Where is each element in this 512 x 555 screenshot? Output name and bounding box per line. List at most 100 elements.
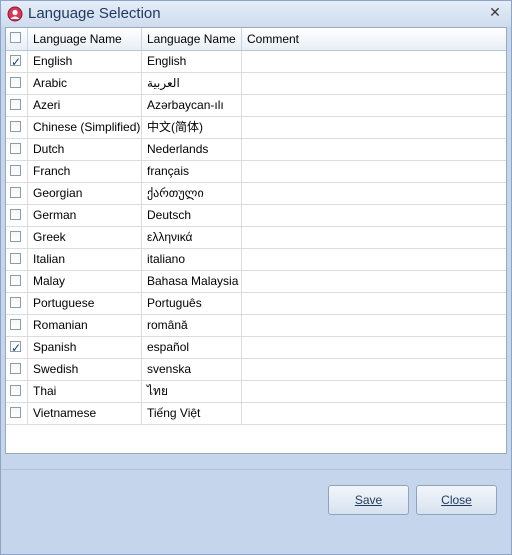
native-name-cell[interactable]: español xyxy=(142,337,242,358)
native-name-cell[interactable]: Nederlands xyxy=(142,139,242,160)
row-checkbox[interactable] xyxy=(10,77,21,88)
table-row[interactable]: Franch français xyxy=(6,161,506,183)
table-row[interactable]: Vietnamese Tiếng Việt xyxy=(6,403,506,425)
table-row[interactable]: Azeri Azərbaycan-ılı xyxy=(6,95,506,117)
native-name-cell[interactable]: Bahasa Malaysia xyxy=(142,271,242,292)
comment-cell[interactable] xyxy=(242,51,506,72)
native-name-cell[interactable]: Deutsch xyxy=(142,205,242,226)
table-row[interactable]: Malay Bahasa Malaysia xyxy=(6,271,506,293)
comment-cell[interactable] xyxy=(242,73,506,94)
native-name-cell[interactable]: Português xyxy=(142,293,242,314)
select-all-checkbox[interactable] xyxy=(10,32,21,43)
column-header-native-name[interactable]: Language Name xyxy=(142,28,242,50)
language-name-cell[interactable]: Greek xyxy=(28,227,142,248)
close-icon[interactable]: ✕ xyxy=(488,5,502,19)
row-checkbox[interactable] xyxy=(10,275,21,286)
table-row[interactable]: Romanian română xyxy=(6,315,506,337)
native-name-cell[interactable]: Tiếng Việt xyxy=(142,403,242,424)
language-name-cell[interactable]: Romanian xyxy=(28,315,142,336)
row-checkbox[interactable] xyxy=(10,253,21,264)
checkbox-cell xyxy=(6,117,28,138)
language-name-cell[interactable]: Swedish xyxy=(28,359,142,380)
row-checkbox[interactable] xyxy=(10,143,21,154)
comment-cell[interactable] xyxy=(242,271,506,292)
table-row[interactable]: Italian italiano xyxy=(6,249,506,271)
language-name-cell[interactable]: Spanish xyxy=(28,337,142,358)
comment-cell[interactable] xyxy=(242,95,506,116)
table-row[interactable]: EnglishEnglish xyxy=(6,51,506,73)
row-checkbox[interactable] xyxy=(10,209,21,220)
comment-cell[interactable] xyxy=(242,315,506,336)
row-checkbox[interactable] xyxy=(10,187,21,198)
comment-cell[interactable] xyxy=(242,337,506,358)
native-name-cell[interactable]: Azərbaycan-ılı xyxy=(142,95,242,116)
comment-cell[interactable] xyxy=(242,381,506,402)
language-name-cell[interactable]: Georgian xyxy=(28,183,142,204)
native-name-cell[interactable]: français xyxy=(142,161,242,182)
comment-cell[interactable] xyxy=(242,249,506,270)
row-checkbox[interactable] xyxy=(10,363,21,374)
column-header-language-name[interactable]: Language Name xyxy=(28,28,142,50)
row-checkbox[interactable] xyxy=(10,297,21,308)
language-name-cell[interactable]: Azeri xyxy=(28,95,142,116)
native-name-cell[interactable]: italiano xyxy=(142,249,242,270)
native-name-cell[interactable]: română xyxy=(142,315,242,336)
language-name-cell[interactable]: Malay xyxy=(28,271,142,292)
table-row[interactable]: Dutch Nederlands xyxy=(6,139,506,161)
close-button[interactable]: Close xyxy=(416,485,497,515)
table-row[interactable]: Chinese (Simplified) 中文(简体) xyxy=(6,117,506,139)
table-row[interactable]: Swedish svenska xyxy=(6,359,506,381)
row-checkbox[interactable] xyxy=(10,165,21,176)
comment-cell[interactable] xyxy=(242,117,506,138)
native-name-cell[interactable]: ไทย xyxy=(142,381,242,402)
comment-cell[interactable] xyxy=(242,183,506,204)
checkbox-cell xyxy=(6,161,28,182)
language-name-cell[interactable]: German xyxy=(28,205,142,226)
column-header-comment[interactable]: Comment xyxy=(242,28,506,50)
language-name-cell[interactable]: Italian xyxy=(28,249,142,270)
language-name-cell[interactable]: Dutch xyxy=(28,139,142,160)
table-row[interactable]: Thai ไทย xyxy=(6,381,506,403)
row-checkbox[interactable] xyxy=(10,52,21,72)
language-name-cell[interactable]: English xyxy=(28,51,142,72)
row-checkbox[interactable] xyxy=(10,121,21,132)
footer-divider xyxy=(1,469,511,470)
comment-cell[interactable] xyxy=(242,205,506,226)
row-checkbox[interactable] xyxy=(10,319,21,330)
comment-cell[interactable] xyxy=(242,293,506,314)
native-name-cell[interactable]: English xyxy=(142,51,242,72)
language-name-cell[interactable]: Portuguese xyxy=(28,293,142,314)
checkbox-cell xyxy=(6,337,28,358)
language-grid: Language Name Language Name Comment Engl… xyxy=(5,27,507,454)
checkbox-cell xyxy=(6,73,28,94)
native-name-cell[interactable]: ελληνικά xyxy=(142,227,242,248)
table-row[interactable]: German Deutsch xyxy=(6,205,506,227)
row-checkbox[interactable] xyxy=(10,385,21,396)
row-checkbox[interactable] xyxy=(10,338,21,358)
table-row[interactable]: Arabic العربية xyxy=(6,73,506,95)
comment-cell[interactable] xyxy=(242,161,506,182)
table-row[interactable]: Georgian ქართული xyxy=(6,183,506,205)
table-row[interactable]: Spanishespañol xyxy=(6,337,506,359)
language-name-cell[interactable]: Chinese (Simplified) xyxy=(28,117,142,138)
row-checkbox[interactable] xyxy=(10,407,21,418)
save-button[interactable]: Save xyxy=(328,485,409,515)
window-title: Language Selection xyxy=(28,5,161,22)
row-checkbox[interactable] xyxy=(10,99,21,110)
comment-cell[interactable] xyxy=(242,139,506,160)
comment-cell[interactable] xyxy=(242,403,506,424)
language-name-cell[interactable]: Arabic xyxy=(28,73,142,94)
native-name-cell[interactable]: ქართული xyxy=(142,183,242,204)
comment-cell[interactable] xyxy=(242,227,506,248)
table-row[interactable]: Greek ελληνικά xyxy=(6,227,506,249)
table-row[interactable]: Portuguese Português xyxy=(6,293,506,315)
comment-cell[interactable] xyxy=(242,359,506,380)
grid-header: Language Name Language Name Comment xyxy=(6,28,506,51)
language-name-cell[interactable]: Thai xyxy=(28,381,142,402)
native-name-cell[interactable]: svenska xyxy=(142,359,242,380)
row-checkbox[interactable] xyxy=(10,231,21,242)
language-name-cell[interactable]: Franch xyxy=(28,161,142,182)
language-name-cell[interactable]: Vietnamese xyxy=(28,403,142,424)
native-name-cell[interactable]: العربية xyxy=(142,73,242,94)
native-name-cell[interactable]: 中文(简体) xyxy=(142,117,242,138)
